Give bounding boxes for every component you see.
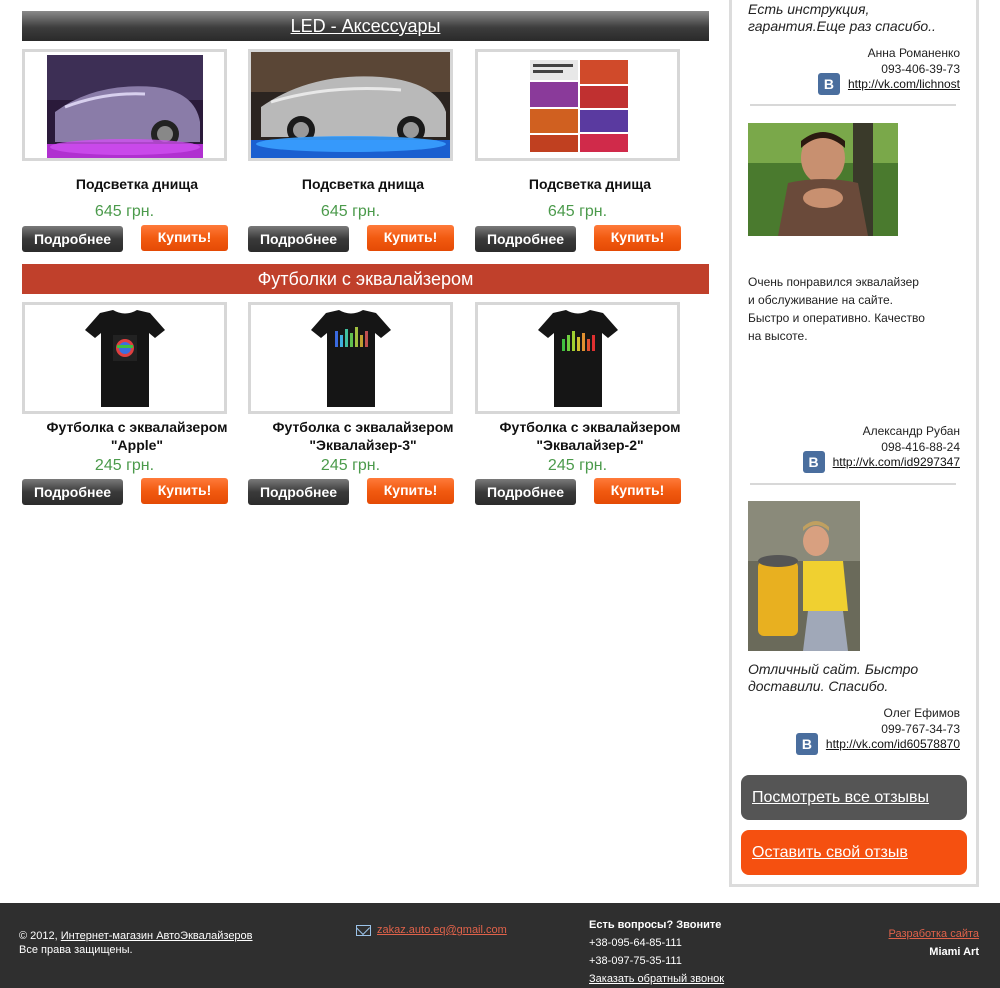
details-button[interactable]: Подробнее xyxy=(22,479,123,505)
product-image[interactable] xyxy=(22,49,227,161)
product-price: 245 грн. xyxy=(94,457,155,474)
details-button[interactable]: Подробнее xyxy=(22,226,123,252)
shop-link[interactable]: Интернет-магазин АвтоЭквалайзеров xyxy=(61,930,253,942)
mail-icon xyxy=(356,924,371,936)
product-price: 245 грн. xyxy=(547,457,608,474)
product-image[interactable] xyxy=(248,49,453,161)
section-header-tshirts: Футболки с эквалайзером xyxy=(22,264,709,294)
vk-profile-link[interactable]: http://vk.com/lichnost xyxy=(848,77,960,91)
divider xyxy=(750,104,956,106)
review-vk-row: B http://vk.com/id9297347 xyxy=(802,451,960,473)
buy-button[interactable]: Купить! xyxy=(141,478,228,504)
email-link[interactable]: zakaz.auto.eq@gmail.com xyxy=(377,924,507,936)
developer-link[interactable]: Разработка сайта xyxy=(889,928,979,940)
review-text: Есть инструкция, гарантия.Еще раз спасиб… xyxy=(748,1,936,34)
section-title-tshirts: Футболки с эквалайзером xyxy=(257,269,474,289)
section-title-led[interactable]: LED - Аксессуары xyxy=(291,16,441,36)
vk-icon[interactable]: B xyxy=(802,451,825,473)
vk-profile-link[interactable]: http://vk.com/id9297347 xyxy=(833,455,960,469)
product-name[interactable]: Футболка с эквалайзером "Apple" xyxy=(22,418,252,454)
product-price: 645 грн. xyxy=(94,203,155,220)
buy-button[interactable]: Купить! xyxy=(594,225,681,251)
vk-profile-link[interactable]: http://vk.com/id60578870 xyxy=(826,737,960,751)
divider xyxy=(750,483,956,485)
reviewer-photo xyxy=(748,501,860,651)
review-text: Очень понравился эквалайзер и обслуживан… xyxy=(748,275,925,343)
buy-button[interactable]: Купить! xyxy=(367,225,454,251)
product-name[interactable]: Подсветка днища xyxy=(248,175,478,193)
page: LED - Аксессуары Подсветка днища 645 грн… xyxy=(0,0,1000,988)
footer-developer: Разработка сайта Miami Art xyxy=(888,928,979,958)
product-name[interactable]: Подсветка днища xyxy=(475,175,705,193)
product-price: 645 грн. xyxy=(547,203,608,220)
review-vk-row: B http://vk.com/id60578870 xyxy=(795,733,960,755)
product-name[interactable]: Футболка с эквалайзером "Эквалайзер-3" xyxy=(248,418,478,454)
footer-copyright: © 2012, Интернет-магазин АвтоЭквалайзеро… xyxy=(19,930,253,956)
buy-button[interactable]: Купить! xyxy=(367,478,454,504)
reviews-sidebar: Есть инструкция, гарантия.Еще раз спасиб… xyxy=(729,0,979,887)
leave-review-button[interactable]: Оставить свой отзыв xyxy=(741,830,967,875)
product-image[interactable] xyxy=(475,302,680,414)
product-image[interactable] xyxy=(475,49,680,161)
vk-icon[interactable]: B xyxy=(817,73,840,95)
details-button[interactable]: Подробнее xyxy=(248,226,349,252)
product-image[interactable] xyxy=(22,302,227,414)
footer: © 2012, Интернет-магазин АвтоЭквалайзеро… xyxy=(0,903,1000,988)
all-reviews-button[interactable]: Посмотреть все отзывы xyxy=(741,775,967,820)
vk-icon[interactable]: B xyxy=(795,733,818,755)
section-header-led[interactable]: LED - Аксессуары xyxy=(22,11,709,41)
details-button[interactable]: Подробнее xyxy=(475,226,576,252)
product-price: 245 грн. xyxy=(320,457,381,474)
product-image[interactable] xyxy=(248,302,453,414)
review-vk-row: B http://vk.com/lichnost xyxy=(817,73,960,95)
review-text: Отличный сайт. Быстро доставили. Спасибо… xyxy=(748,661,919,694)
product-price: 645 грн. xyxy=(320,203,381,220)
footer-contacts: Есть вопросы? Звоните +38-095-64-85-111 … xyxy=(589,919,725,985)
details-button[interactable]: Подробнее xyxy=(248,479,349,505)
details-button[interactable]: Подробнее xyxy=(475,479,576,505)
buy-button[interactable]: Купить! xyxy=(594,478,681,504)
product-name[interactable]: Футболка с эквалайзером "Эквалайзер-2" xyxy=(475,418,705,454)
buy-button[interactable]: Купить! xyxy=(141,225,228,251)
reviewer-photo xyxy=(748,123,898,236)
product-name[interactable]: Подсветка днища xyxy=(22,175,252,193)
footer-email: zakaz.auto.eq@gmail.com xyxy=(356,924,507,936)
callback-link[interactable]: Заказать обратный звонок xyxy=(589,973,724,985)
